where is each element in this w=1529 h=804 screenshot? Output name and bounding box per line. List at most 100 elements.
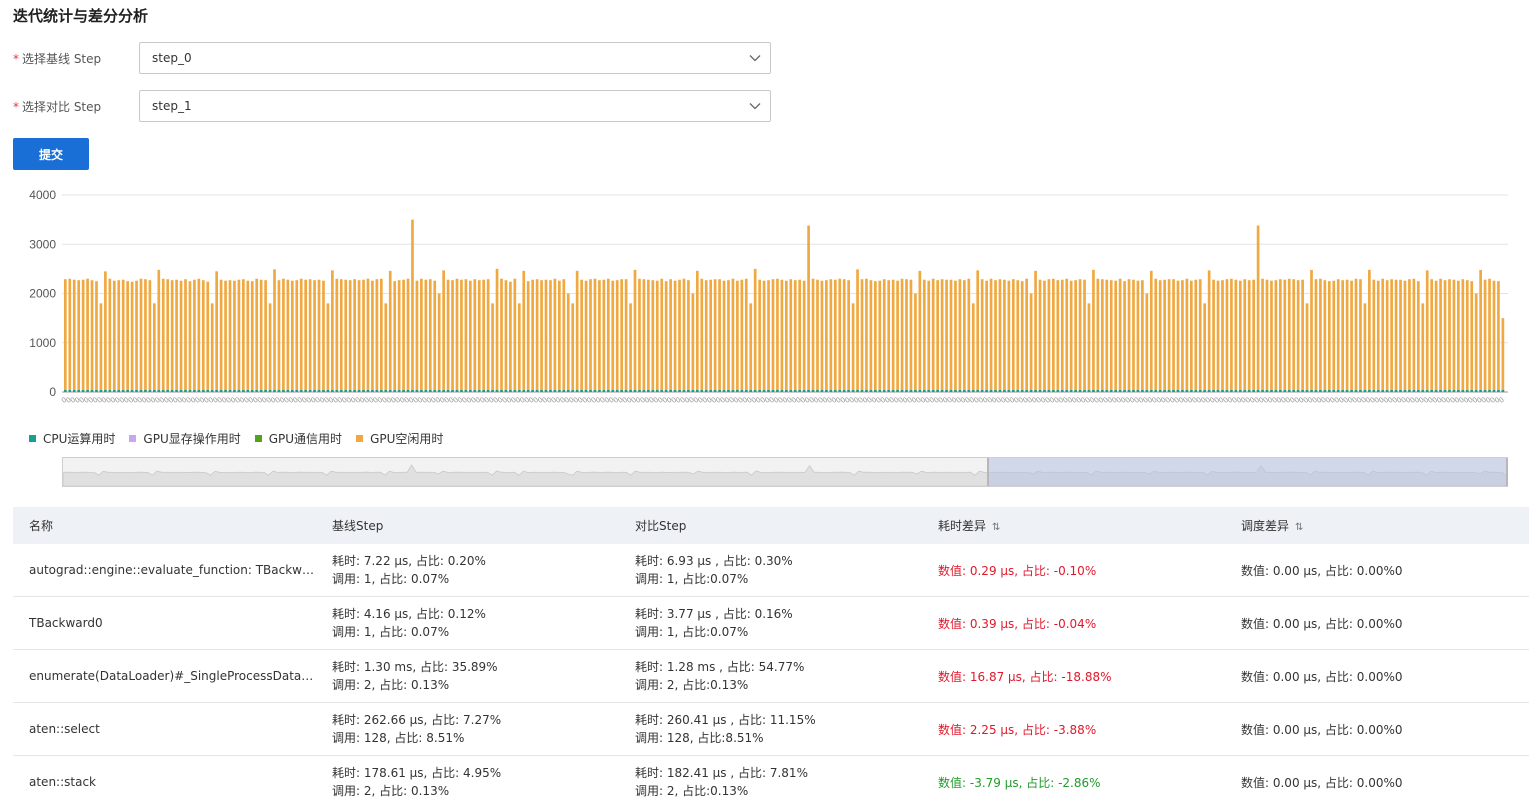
bar-gpu-idle[interactable] [985, 280, 988, 392]
compare-step-select[interactable]: step_1 [139, 90, 771, 122]
bar-gpu-idle[interactable] [1243, 279, 1247, 392]
bar-cpu[interactable] [598, 390, 601, 392]
bar-cpu[interactable] [353, 390, 356, 392]
bar-gpu-idle[interactable] [1430, 279, 1434, 392]
bar-gpu-idle[interactable] [509, 281, 512, 392]
bar-cpu[interactable] [1283, 390, 1287, 392]
bar-cpu[interactable] [1497, 390, 1500, 392]
bar-cpu[interactable] [1314, 390, 1318, 392]
bar-cpu[interactable] [1176, 390, 1180, 392]
bar-gpu-idle[interactable] [1056, 280, 1060, 392]
bar-gpu-idle[interactable] [1341, 280, 1344, 392]
bar-cpu[interactable] [963, 390, 966, 392]
bar-gpu-idle[interactable] [1149, 270, 1153, 392]
bar-gpu-idle[interactable] [384, 303, 388, 392]
bar-gpu-idle[interactable] [1207, 270, 1211, 392]
bar-gpu-idle[interactable] [1154, 278, 1158, 392]
bar-gpu-idle[interactable] [1238, 280, 1242, 392]
bar-cpu[interactable] [678, 390, 681, 392]
bar-gpu-idle[interactable] [878, 280, 882, 392]
bar-cpu[interactable] [184, 390, 187, 392]
bar-cpu[interactable] [820, 390, 824, 392]
bar-cpu[interactable] [1190, 390, 1193, 392]
bar-cpu[interactable] [206, 390, 210, 392]
bar-gpu-idle[interactable] [1016, 280, 1020, 392]
bar-cpu[interactable] [1341, 390, 1344, 392]
bar-gpu-idle[interactable] [500, 278, 503, 392]
bar-cpu[interactable] [976, 390, 980, 392]
bar-cpu[interactable] [1479, 390, 1482, 392]
bar-gpu-idle[interactable] [704, 280, 708, 392]
submit-button[interactable]: 提交 [13, 138, 89, 170]
bar-gpu-idle[interactable] [638, 278, 641, 392]
bar-gpu-idle[interactable] [1399, 279, 1402, 392]
bar-cpu[interactable] [139, 390, 143, 392]
bar-gpu-idle[interactable] [558, 280, 561, 392]
bar-cpu[interactable] [464, 390, 468, 392]
bar-cpu[interactable] [1247, 390, 1251, 392]
bar-cpu[interactable] [664, 390, 668, 392]
bar-gpu-idle[interactable] [1470, 281, 1474, 392]
bar-cpu[interactable] [273, 390, 276, 392]
bar-cpu[interactable] [687, 390, 690, 392]
bar-cpu[interactable] [224, 390, 227, 392]
bar-gpu-idle[interactable] [1448, 279, 1451, 392]
bar-gpu-idle[interactable] [477, 280, 481, 392]
bar-gpu-idle[interactable] [460, 279, 463, 392]
bar-cpu[interactable] [762, 390, 766, 392]
bar-gpu-idle[interactable] [273, 269, 276, 392]
bar-cpu[interactable] [651, 390, 655, 392]
bar-gpu-idle[interactable] [1127, 279, 1131, 392]
bar-cpu[interactable] [802, 390, 806, 392]
bar-gpu-idle[interactable] [175, 279, 178, 392]
bar-cpu[interactable] [744, 390, 748, 392]
bar-gpu-idle[interactable] [629, 303, 632, 392]
bar-gpu-idle[interactable] [68, 278, 72, 392]
bar-cpu[interactable] [1207, 390, 1211, 392]
bar-gpu-idle[interactable] [589, 279, 592, 392]
bar-cpu[interactable] [1034, 390, 1037, 392]
bar-cpu[interactable] [290, 390, 294, 392]
bar-gpu-idle[interactable] [1376, 280, 1380, 392]
bar-gpu-idle[interactable] [1145, 293, 1149, 393]
bar-gpu-idle[interactable] [669, 279, 672, 392]
bar-cpu[interactable] [1145, 390, 1149, 392]
bar-gpu-idle[interactable] [1083, 279, 1086, 392]
bar-gpu-idle[interactable] [1011, 279, 1015, 392]
bar-cpu[interactable] [1074, 390, 1077, 392]
bar-gpu-idle[interactable] [1265, 279, 1269, 392]
bar-cpu[interactable] [949, 390, 953, 392]
bar-cpu[interactable] [940, 390, 944, 392]
bar-gpu-idle[interactable] [1385, 280, 1389, 392]
bar-gpu-idle[interactable] [250, 281, 254, 392]
bar-gpu-idle[interactable] [1078, 279, 1082, 392]
bar-cpu[interactable] [144, 390, 147, 392]
bar-gpu-idle[interactable] [865, 278, 868, 392]
bar-cpu[interactable] [420, 390, 423, 392]
bar-gpu-idle[interactable] [228, 280, 232, 392]
bar-gpu-idle[interactable] [700, 278, 704, 392]
bar-gpu-idle[interactable] [268, 303, 272, 392]
bar-gpu-idle[interactable] [1176, 280, 1180, 392]
bar-gpu-idle[interactable] [1416, 281, 1420, 392]
bar-cpu[interactable] [856, 390, 859, 392]
bar-cpu[interactable] [473, 390, 477, 392]
bar-cpu[interactable] [1270, 390, 1273, 392]
bar-cpu[interactable] [1185, 390, 1189, 392]
bar-cpu[interactable] [1109, 390, 1113, 392]
bar-gpu-idle[interactable] [1403, 280, 1407, 392]
bar-cpu[interactable] [1225, 390, 1229, 392]
bar-cpu[interactable] [500, 390, 503, 392]
bar-gpu-idle[interactable] [1198, 279, 1202, 392]
bar-cpu[interactable] [1421, 390, 1425, 392]
bar-cpu[interactable] [384, 390, 388, 392]
bar-cpu[interactable] [1065, 390, 1069, 392]
bar-cpu[interactable] [1069, 390, 1073, 392]
bar-cpu[interactable] [1083, 390, 1086, 392]
bar-gpu-idle[interactable] [1279, 279, 1282, 392]
bar-gpu-idle[interactable] [976, 270, 980, 392]
bar-gpu-idle[interactable] [660, 278, 664, 392]
bar-cpu[interactable] [985, 390, 988, 392]
bar-cpu[interactable] [629, 390, 632, 392]
bar-gpu-idle[interactable] [286, 279, 290, 392]
